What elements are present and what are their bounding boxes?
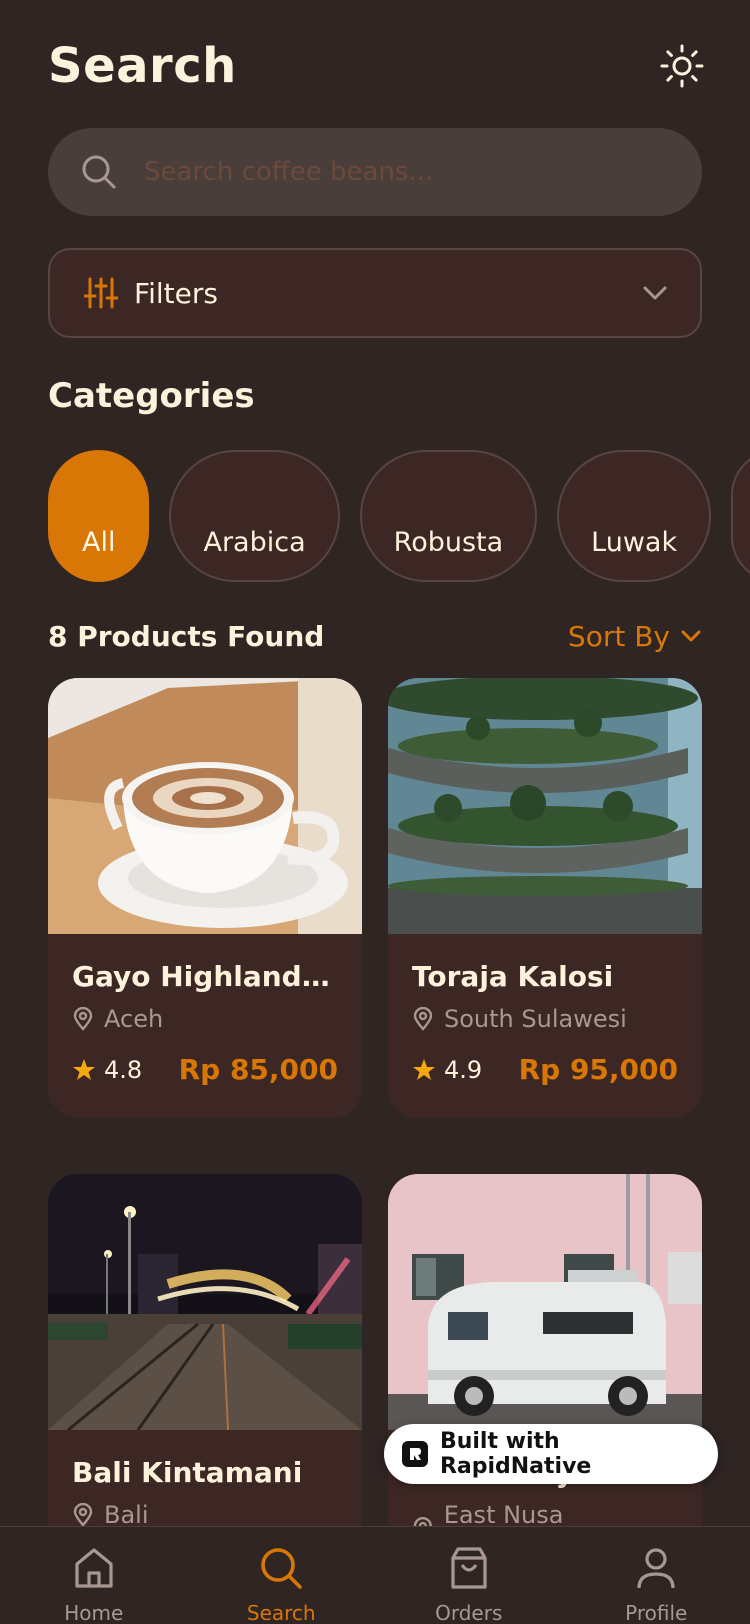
product-price: Rp 85,000 <box>178 1053 338 1086</box>
product-location: Bali <box>72 1501 338 1529</box>
tab-search-label: Search <box>246 1601 316 1624</box>
search-icon <box>261 1548 303 1589</box>
product-card[interactable]: Toraja Kalosi South Sulawesi 4.9 Rp 95,0… <box>388 678 702 1118</box>
product-image <box>48 1174 362 1430</box>
product-image <box>388 678 702 934</box>
sort-by-label: Sort By <box>567 619 670 653</box>
search-icon <box>82 155 116 189</box>
tab-profile-label: Profile <box>625 1601 688 1624</box>
product-location: Aceh <box>72 1005 338 1033</box>
filters-label: Filters <box>134 276 218 310</box>
sort-by-button[interactable]: Sort By <box>568 620 702 653</box>
rapidnative-logo-icon <box>402 1441 428 1467</box>
tab-home[interactable]: Home <box>29 1527 159 1624</box>
built-with-badge[interactable]: Built with RapidNative <box>384 1424 718 1484</box>
sun-icon <box>660 44 704 88</box>
product-card[interactable]: Gayo Highland A... Aceh 4.8 Rp 85,000 <box>48 678 362 1118</box>
chevron-down-icon <box>643 286 667 300</box>
bag-icon <box>451 1547 487 1589</box>
product-name: Gayo Highland A... <box>72 960 338 993</box>
product-rating: 4.8 <box>72 1056 142 1084</box>
map-pin-icon <box>73 1007 93 1031</box>
built-with-label: Built with RapidNative <box>439 1429 592 1479</box>
product-image <box>388 1174 702 1430</box>
product-name: Bali Kintamani <box>72 1456 303 1489</box>
tab-profile[interactable]: Profile <box>591 1527 721 1624</box>
product-location-label: Bali <box>104 1501 149 1529</box>
product-rating-value: 4.8 <box>104 1055 143 1084</box>
latte-art-photo <box>48 678 362 934</box>
chevron-down-icon <box>681 630 701 642</box>
map-pin-icon <box>413 1007 433 1031</box>
search-bar[interactable] <box>48 128 702 216</box>
product-rating: 4.9 <box>412 1056 482 1084</box>
category-chips: All Arabica Robusta Luwak <box>48 450 750 582</box>
category-chip-arabica[interactable]: Arabica <box>169 450 340 582</box>
tab-orders-label: Orders <box>435 1601 503 1624</box>
tab-orders[interactable]: Orders <box>404 1527 534 1624</box>
theme-toggle-button[interactable] <box>656 40 708 92</box>
night-street-photo <box>48 1174 362 1430</box>
results-row: 8 Products Found Sort By <box>48 616 702 656</box>
category-chip-robusta[interactable]: Robusta <box>359 450 538 582</box>
product-location-label: South Sulawesi <box>444 1005 627 1033</box>
home-icon <box>75 1548 113 1588</box>
star-icon <box>413 1058 435 1080</box>
category-chip-more[interactable] <box>731 450 750 582</box>
user-icon <box>637 1548 675 1589</box>
sliders-icon <box>84 277 118 309</box>
product-name: Toraja Kalosi <box>412 960 614 993</box>
star-icon <box>73 1058 95 1080</box>
search-input[interactable] <box>144 157 644 187</box>
tab-search[interactable]: Search <box>216 1527 346 1624</box>
product-location: South Sulawesi <box>412 1005 678 1033</box>
product-location-label: Aceh <box>104 1005 164 1033</box>
category-chip-luwak[interactable]: Luwak <box>557 450 712 582</box>
product-rating-value: 4.9 <box>444 1055 483 1084</box>
white-van-photo <box>388 1174 702 1430</box>
header: Search <box>48 32 704 100</box>
category-chip-all[interactable]: All <box>48 450 150 582</box>
categories-title: Categories <box>48 376 255 416</box>
page-title: Search <box>48 38 237 94</box>
results-count: 8 Products Found <box>48 619 325 653</box>
garden-building-photo <box>388 678 702 934</box>
tab-home-label: Home <box>64 1601 124 1624</box>
map-pin-icon <box>73 1503 93 1527</box>
product-price: Rp 95,000 <box>518 1053 678 1086</box>
filters-dropdown[interactable]: Filters <box>48 248 702 338</box>
product-image <box>48 678 362 934</box>
bottom-tab-bar: Home Search Orders Profile <box>0 1526 750 1624</box>
